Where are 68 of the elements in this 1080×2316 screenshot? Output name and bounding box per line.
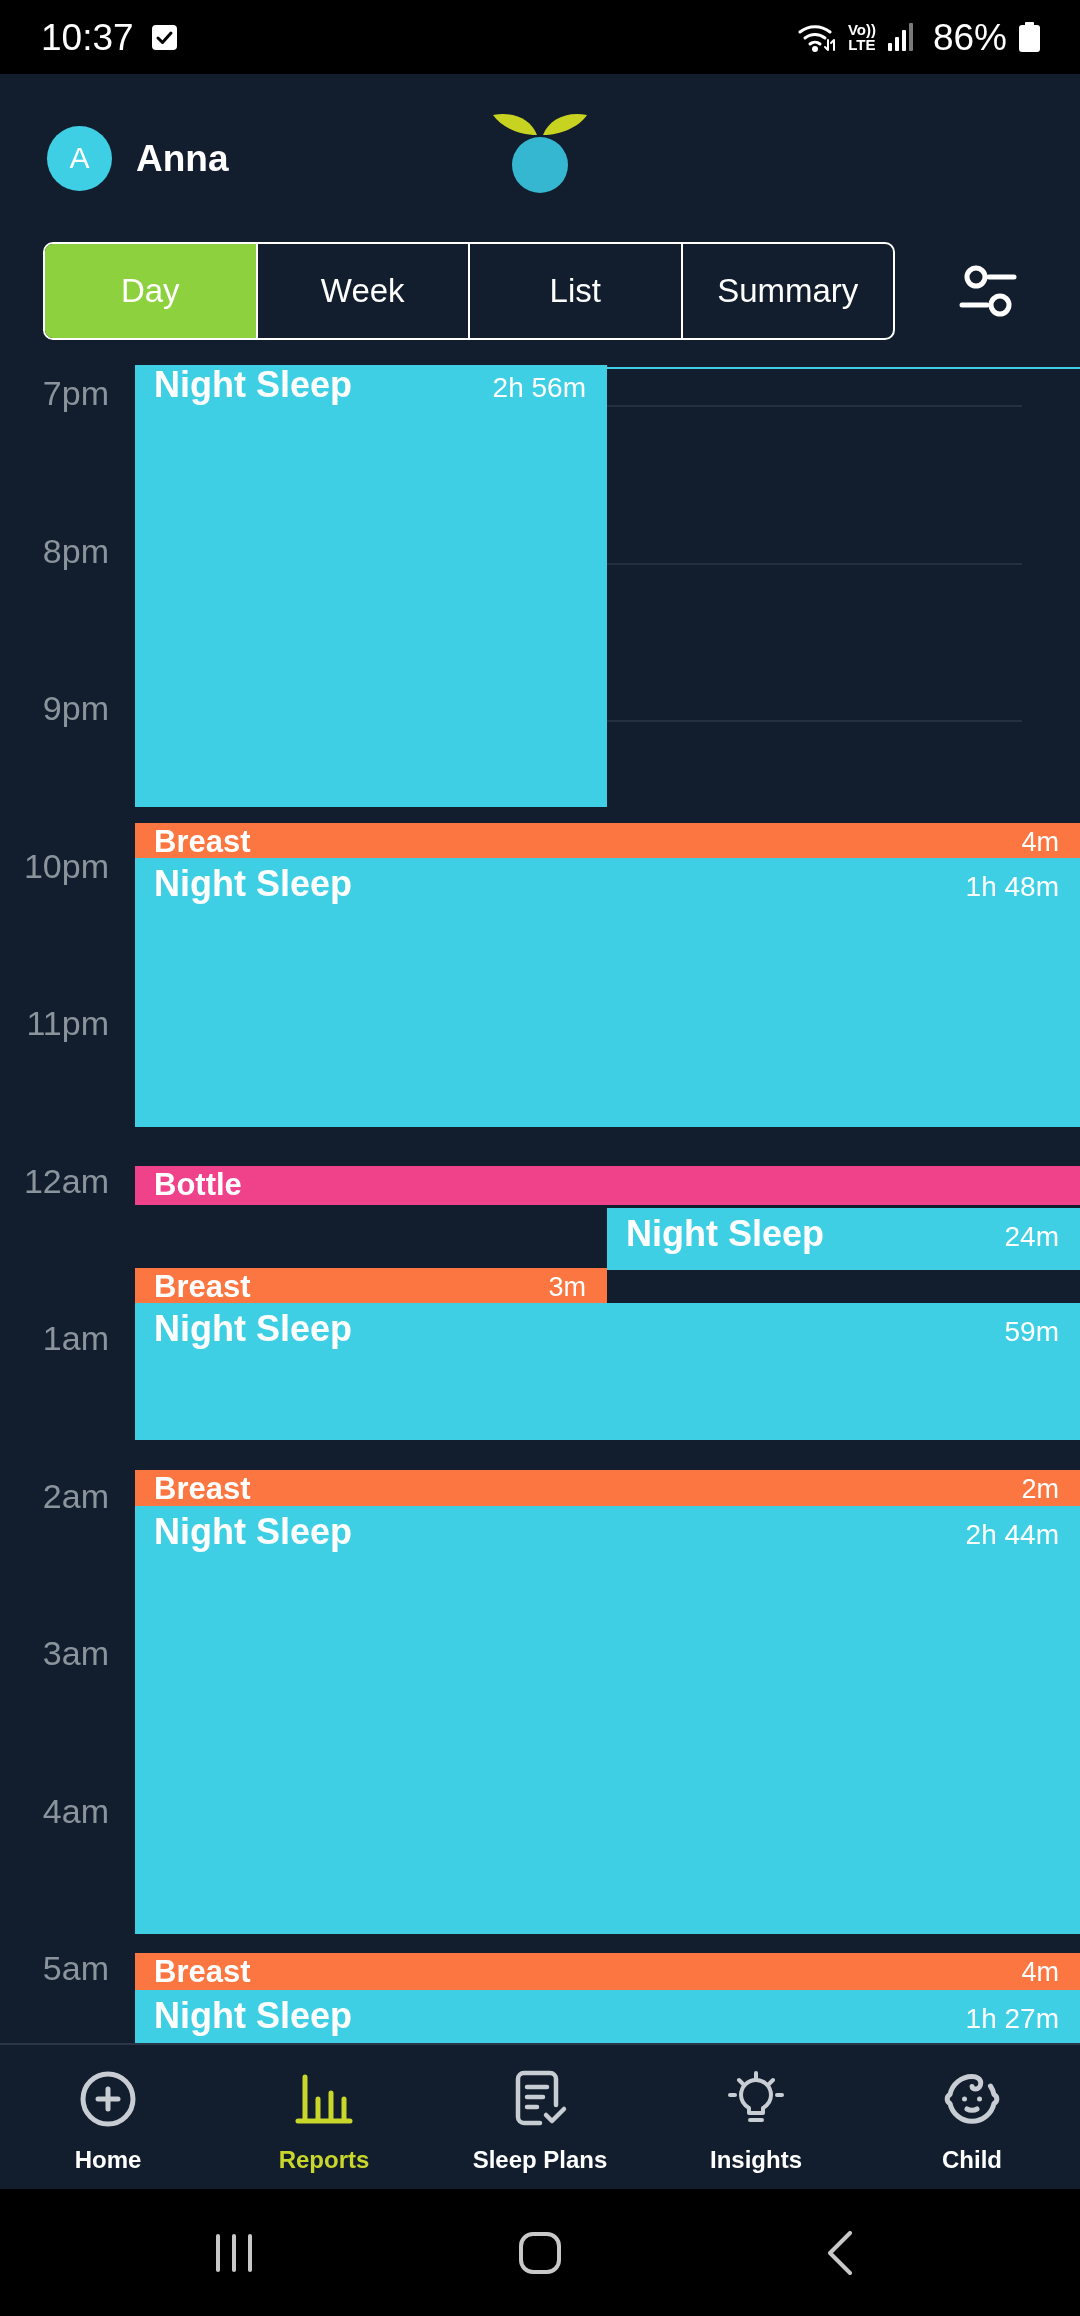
back-icon[interactable] xyxy=(827,2230,853,2275)
event-title: Breast xyxy=(154,1473,251,1504)
hour-label: 10pm xyxy=(23,848,109,883)
nav-item[interactable]: Reports xyxy=(216,2045,432,2189)
event-block[interactable]: Bottle xyxy=(135,1166,1080,1205)
view-tab[interactable]: Day xyxy=(45,244,256,338)
checkbox-icon xyxy=(151,24,177,50)
event-title: Breast xyxy=(154,1271,251,1302)
nav-item[interactable]: Home xyxy=(0,2045,216,2189)
nav-item[interactable]: Sleep Plans xyxy=(432,2045,648,2189)
recents-icon[interactable] xyxy=(214,2232,254,2273)
event-title: Night Sleep xyxy=(154,866,353,902)
home-icon[interactable] xyxy=(519,2231,561,2274)
hour-label: 4am xyxy=(42,1793,109,1828)
hour-label: 1am xyxy=(42,1321,109,1355)
hour-label: 8pm xyxy=(42,533,109,568)
view-tab[interactable]: Summary xyxy=(680,244,893,338)
event-block[interactable]: Night Sleep 2h 44m xyxy=(135,1506,1080,1934)
hour-label: 9pm xyxy=(42,691,109,725)
avatar[interactable]: A xyxy=(47,125,112,191)
event-title: Bottle xyxy=(154,1169,242,1200)
nav-item[interactable]: Insights xyxy=(648,2045,864,2189)
status-time: 10:37 xyxy=(41,18,134,56)
plus-circle-icon xyxy=(78,2069,138,2129)
child-name: Anna xyxy=(136,139,229,177)
event-block[interactable]: Night Sleep 1h 48m xyxy=(135,858,1080,1127)
event-title: Breast xyxy=(154,1956,251,1987)
event-block[interactable]: Night Sleep 2h 56m xyxy=(135,365,607,807)
event-duration: 4m xyxy=(1021,1959,1059,1986)
event-duration: 1h 27m xyxy=(965,2005,1059,2033)
event-block[interactable]: Night Sleep 1h 27m xyxy=(135,1990,1080,2043)
event-block[interactable]: Breast 4m xyxy=(135,1953,1080,1990)
event-duration: 24m xyxy=(1004,1223,1059,1251)
view-tab[interactable]: Week xyxy=(255,244,468,338)
event-block[interactable]: Night Sleep 24m xyxy=(607,1208,1080,1270)
event-title: Night Sleep xyxy=(154,1311,353,1347)
battery-percent: 86% xyxy=(932,18,1007,56)
hour-label: 2am xyxy=(42,1478,109,1513)
nav-item[interactable]: Child xyxy=(864,2045,1080,2189)
view-tab[interactable]: List xyxy=(468,244,681,338)
event-title: Night Sleep xyxy=(154,1998,353,2034)
hour-label: 12am xyxy=(23,1163,109,1198)
event-block[interactable]: Breast 2m xyxy=(135,1470,1080,1506)
event-title: Night Sleep xyxy=(626,1216,825,1252)
logo-icon xyxy=(493,113,587,193)
event-duration: 3m xyxy=(548,1274,586,1301)
event-duration: 4m xyxy=(1021,829,1059,856)
event-title: Night Sleep xyxy=(154,367,353,403)
network-type: LTE xyxy=(848,37,876,52)
event-duration: 2m xyxy=(1021,1476,1059,1503)
event-duration: 59m xyxy=(1004,1318,1059,1346)
volte-indicator: Vo)) xyxy=(847,22,876,37)
event-block[interactable]: Night Sleep 59m xyxy=(135,1303,1080,1440)
signal-icon xyxy=(887,23,915,51)
event-block[interactable]: Breast 4m xyxy=(135,823,1080,858)
event-duration: 1h 48m xyxy=(965,873,1059,901)
filter-icon[interactable] xyxy=(959,263,1017,319)
event-title: Breast xyxy=(154,826,251,857)
event-duration: 2h 44m xyxy=(965,1521,1059,1549)
battery-icon xyxy=(1019,22,1040,52)
hour-label: 7pm xyxy=(42,376,109,410)
event-block[interactable]: Breast 3m xyxy=(135,1268,607,1303)
wifi-icon xyxy=(797,22,836,52)
event-title: Night Sleep xyxy=(154,1514,353,1550)
hour-label: 11pm xyxy=(26,1006,109,1040)
hour-label: 3am xyxy=(42,1636,109,1670)
hour-label: 5am xyxy=(42,1951,109,1985)
event-duration: 2h 56m xyxy=(492,374,586,402)
